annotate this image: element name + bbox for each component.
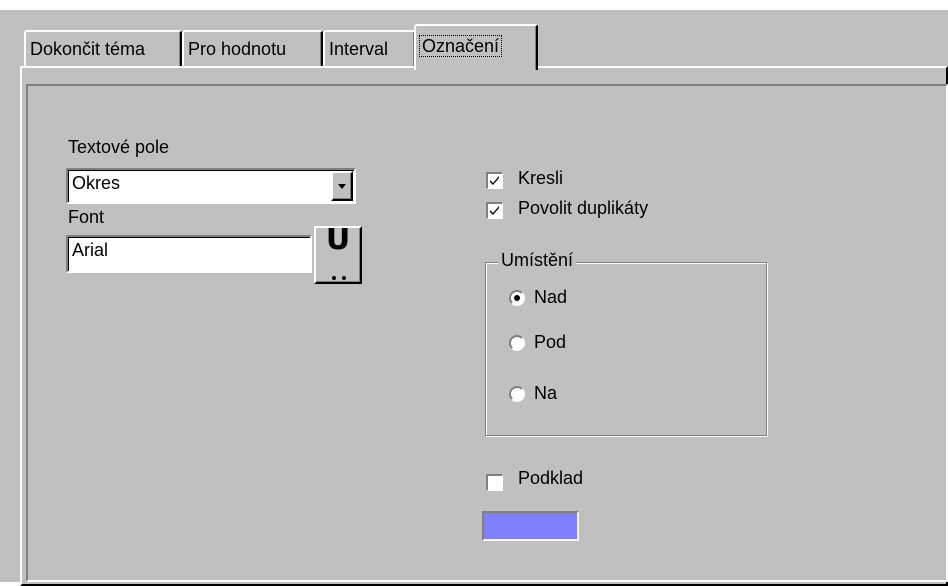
dialog-window: Dokončit téma Pro hodnotu Interval Označ… [0,0,948,586]
text-field-label: Textové pole [68,137,170,157]
radio-dot [514,295,520,301]
placement-title: Umístění [498,250,577,271]
radio-pod[interactable] [509,335,525,351]
background-label: Podklad [518,468,584,488]
font-label: Font [68,207,105,227]
duplicates-checkbox[interactable] [486,202,503,219]
checkmark-icon [490,176,499,185]
font-picker-button[interactable]: U [314,226,362,284]
checkmark-icon [490,206,499,215]
dropdown-button[interactable] [331,171,353,201]
tab-oznaceni[interactable]: Označení [414,24,538,70]
font-field[interactable]: Arial [66,235,312,273]
chevron-down-icon [338,184,346,189]
background-color-swatch[interactable] [482,511,579,541]
radio-na-label: Na [534,383,558,403]
radio-nad-label: Nad [534,287,568,307]
tab-label: Dokončit téma [30,39,146,59]
duplicates-label: Povolit duplikáty [518,198,649,218]
tab-dokoncit-tema[interactable]: Dokončit téma [24,30,182,68]
radio-na[interactable] [509,386,525,402]
radio-pod-label: Pod [534,332,567,352]
draw-label: Kresli [518,168,564,188]
text-field-combobox[interactable]: Okres [66,168,356,204]
font-value: Arial [72,240,109,260]
background-checkbox[interactable] [486,474,503,491]
radio-nad[interactable] [509,290,525,306]
text-field-value: Okres [72,173,121,193]
draw-checkbox[interactable] [486,172,503,189]
font-button-glyph: U [325,226,351,257]
tab-label: Pro hodnotu [188,39,287,59]
tab-label: Označení [418,35,503,57]
font-button-ellipsis [332,276,346,282]
tab-pro-hodnotu[interactable]: Pro hodnotu [182,30,323,68]
tab-label: Interval [329,39,389,59]
placement-groupbox [485,262,767,436]
tab-interval[interactable]: Interval [323,30,416,68]
